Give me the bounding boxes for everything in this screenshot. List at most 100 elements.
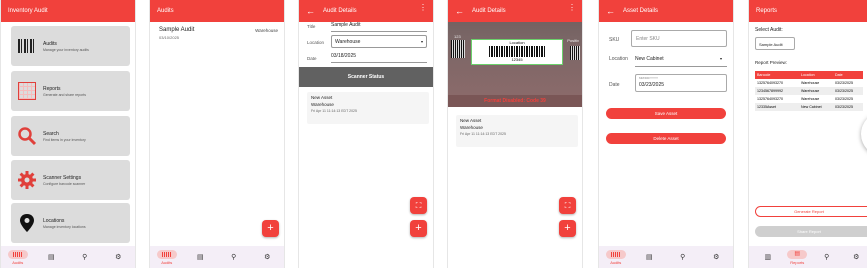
spreadsheet-icon [18,82,36,100]
cell-location: New Cabinet [801,105,822,109]
cell-date: 03/23/2025 [835,81,853,85]
sku-input[interactable]: Enter SKU [631,30,727,47]
bottom-nav: Audits ▤ ⚲ ⚙ [599,246,733,268]
nav-audits-label: Audits [610,259,622,265]
scan-center-value: 12345 [511,57,523,62]
menu-card-audits[interactable]: Audits Manage your inventory audits [11,26,130,66]
scanned-item-card[interactable]: New Asset Warehouse Fri Apr 11 11:14:13 … [456,115,578,147]
more-vert-icon[interactable]: ⋮ [568,4,576,12]
nav-audits[interactable]: Audits [603,247,629,267]
title-field[interactable]: Sample Audit [331,21,427,32]
cell-barcode: 1234567899992 [757,89,783,93]
generate-report-button[interactable]: Generate Report [755,206,867,217]
back-arrow-icon[interactable]: ← [606,6,615,16]
screen-home: Inventory Audit Audits Manage your invent… [0,0,136,268]
add-audit-button[interactable]: + [262,220,279,237]
app-bar: Inventory Audit [1,0,135,22]
search-icon: ⚲ [231,253,237,261]
delete-asset-button[interactable]: Delete Asset [606,133,726,144]
card-title: Locations [43,217,65,224]
location-select[interactable]: Warehouse ▾ [331,35,427,48]
date-field[interactable]: 03/18/2025 [331,51,427,63]
screen-audit-details: ← Audit Details ⋮ Title Sample Audit Loc… [298,0,434,268]
item-name: New Asset [460,118,482,123]
back-arrow-icon[interactable]: ← [455,6,464,16]
nav-audits[interactable]: Audits [154,247,180,267]
app-bar: ← Asset Details [599,0,733,22]
table-header-row: Barcode Location Date [755,71,863,79]
spreadsheet-icon: ▤ [645,253,653,261]
app-title: Reports [756,8,778,14]
cell-date: 03/23/2025 [835,105,853,109]
nav-audits[interactable]: Audits [5,247,31,267]
date-field[interactable]: MM/DD/YYYY 03/23/2025 [635,74,727,92]
scan-barcode [489,46,545,57]
scanned-item-card[interactable]: New Asset Warehouse Fri Apr 11 11:14:13 … [307,92,429,124]
barcode-icon [611,251,621,257]
audit-date: 03/10/2025 [159,35,180,40]
audit-location: Warehouse [255,28,278,33]
report-preview-table: Barcode Location Date 1325764093270 Ware… [755,71,863,111]
scanner-toggle-button[interactable]: ⛶ [410,197,427,214]
app-bar: ← Audit Details ⋮ [299,0,433,22]
nav-reports[interactable]: ▤ [38,247,64,267]
scanner-status-title: Scanner Status [347,74,385,80]
cell-barcode: 12335Asset [757,105,776,109]
app-title: Inventory Audit [8,8,48,14]
nav-search[interactable]: ⚲ [670,247,696,267]
menu-card-locations[interactable]: Locations Manage inventory locations [11,203,130,243]
scanner-toggle-button[interactable]: ⛶ [559,197,576,214]
nav-reports[interactable]: ▤ [187,247,213,267]
item-location: Warehouse [311,102,334,107]
app-bar: Audits [150,0,284,22]
nav-audits-label: Audits [12,259,24,265]
cell-barcode: 1325764093270 [757,81,783,85]
add-asset-button[interactable]: + [559,220,576,237]
app-title: Asset Details [623,8,659,14]
col-header-location: Location [799,71,833,79]
date-value: 03/23/2025 [639,82,665,88]
carousel-next-button[interactable]: › [861,112,867,156]
nav-search[interactable]: ⚲ [221,247,247,267]
scan-right-text: Positiv [567,38,579,43]
location-value: New Cabinet [635,56,664,62]
nav-settings[interactable]: ⚙ [105,247,131,267]
date-label: Date [609,82,620,88]
card-subtitle: Generate and share reports [43,92,86,97]
nav-reports[interactable]: ▤ Reports [787,247,809,267]
save-asset-button[interactable]: Save Asset [606,108,726,119]
nav-audits[interactable]: ▥ [757,247,779,267]
nav-settings[interactable]: ⚙ [703,247,729,267]
card-subtitle: Manage your inventory audits [43,47,89,52]
screen-asset-details: ← Asset Details SKU Enter SKU Location N… [598,0,734,268]
scan-off-icon: ⛶ [415,200,422,210]
audit-list-item[interactable]: Sample Audit 03/10/2025 Warehouse [159,27,280,45]
delete-asset-label: Delete Asset [653,136,679,141]
col-header-barcode: Barcode [755,71,799,79]
app-title: Audit Details [323,8,357,14]
nav-reports[interactable]: ▤ [636,247,662,267]
menu-card-search[interactable]: Search Find items in your inventory [11,116,130,156]
more-vert-icon[interactable]: ⋮ [419,4,427,12]
add-asset-button[interactable]: + [410,220,427,237]
search-icon: ⚲ [824,253,830,261]
menu-card-scanner-settings[interactable]: Scanner Settings Configure barcode scanne… [11,160,130,200]
select-audit-dropdown[interactable]: Sample Audit [755,37,795,50]
nav-reports-label: Reports [790,259,805,265]
nav-settings[interactable]: ⚙ [846,247,867,267]
sku-placeholder: Enter SKU [636,36,660,42]
menu-card-reports[interactable]: Reports Generate and share reports [11,71,130,111]
nav-search[interactable]: ⚲ [816,247,838,267]
scanned-label-right [570,46,580,60]
screen-audit-scanning: ← Audit Details ⋮ 123 Location 12345 Pos… [447,0,583,268]
nav-settings[interactable]: ⚙ [254,247,280,267]
barcode-icon: ▥ [764,253,772,261]
cell-location: Warehouse [801,97,820,101]
back-arrow-icon[interactable]: ← [306,6,315,16]
date-value: 03/18/2025 [331,53,357,59]
location-select[interactable]: New Cabinet ▾ [635,53,727,67]
nav-search[interactable]: ⚲ [72,247,98,267]
spreadsheet-icon: ▤ [196,253,204,261]
share-report-button[interactable]: Share Report [755,226,867,237]
table-row: 1234567899992 Warehouse 03/23/2025 [755,87,863,95]
